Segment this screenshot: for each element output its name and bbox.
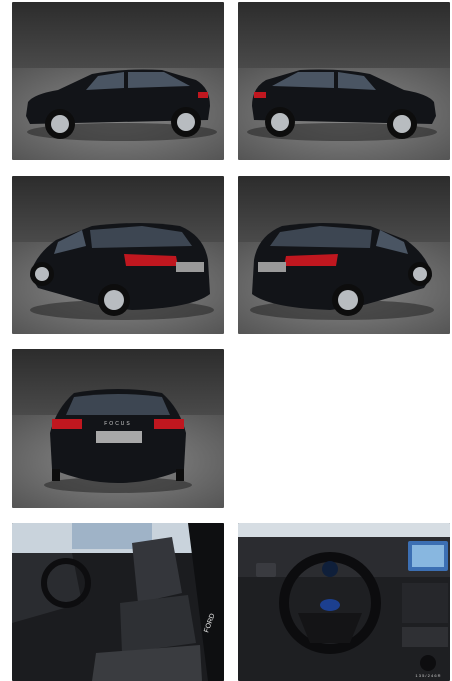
photo-rear[interactable]: FOCUS [12,349,224,508]
shifter-pattern: 1 3 5 / 2 4 6 R [415,673,440,678]
photo-rear-left[interactable] [12,176,224,334]
photo-interior-seats[interactable]: FORD [12,523,224,681]
photo-rear-right[interactable] [238,176,450,334]
photo-gallery: FOCUS FORD 1 3 5 / 2 4 6 R [0,0,452,681]
photo-side-right[interactable] [238,2,450,160]
photo-interior-dashboard[interactable]: 1 3 5 / 2 4 6 R [238,523,450,681]
model-badge: FOCUS [104,421,132,427]
photo-side-left[interactable] [12,2,224,160]
